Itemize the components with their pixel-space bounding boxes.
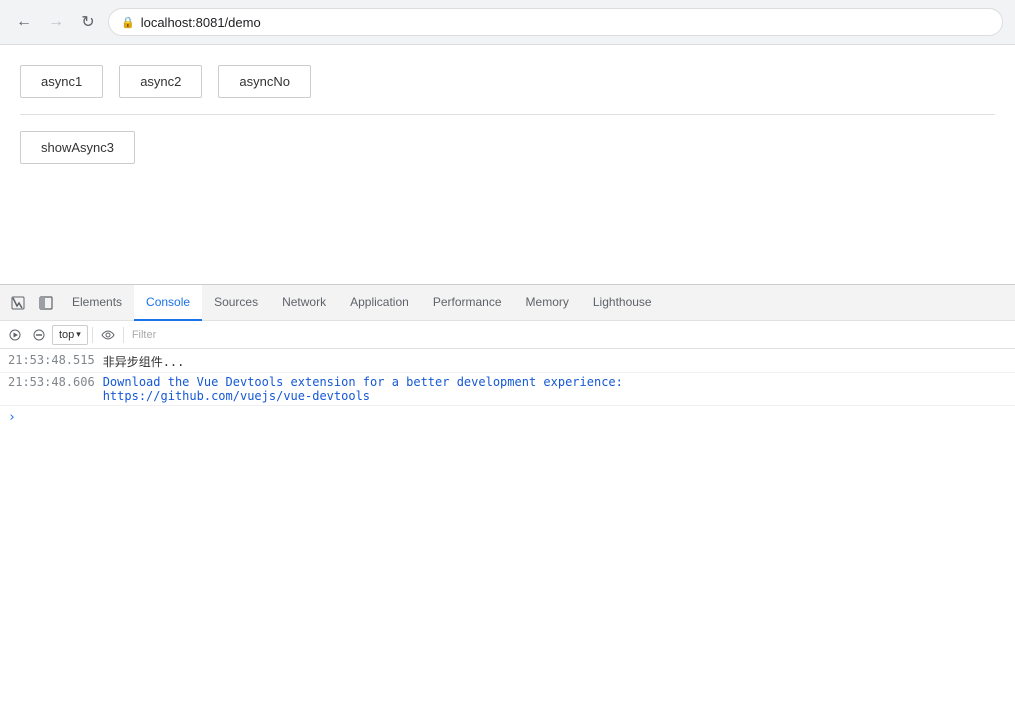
- lock-icon: 🔒: [121, 16, 135, 29]
- console-msg-1: 非异步组件...: [103, 353, 1007, 370]
- address-bar[interactable]: 🔒 localhost:8081/demo: [108, 8, 1003, 36]
- devtools-link[interactable]: https://github.com/vuejs/vue-devtools: [103, 389, 370, 403]
- timestamp-2: 21:53:48.606: [8, 375, 95, 389]
- async1-button[interactable]: async1: [20, 65, 103, 98]
- second-button-row: showAsync3: [20, 131, 995, 164]
- forward-button[interactable]: →: [44, 10, 68, 34]
- tab-memory[interactable]: Memory: [514, 285, 581, 321]
- prompt-arrow-icon: ›: [8, 410, 16, 425]
- tab-performance[interactable]: Performance: [421, 285, 514, 321]
- caret-down-icon: ▾: [76, 329, 81, 340]
- run-script-button[interactable]: [4, 324, 26, 346]
- tab-sources[interactable]: Sources: [202, 285, 270, 321]
- reload-button[interactable]: ↻: [76, 10, 100, 34]
- tab-network[interactable]: Network: [270, 285, 338, 321]
- async2-button[interactable]: async2: [119, 65, 202, 98]
- url-text: localhost:8081/demo: [141, 15, 261, 30]
- browser-chrome: ← → ↻ 🔒 localhost:8081/demo: [0, 0, 1015, 45]
- element-picker-button[interactable]: [4, 289, 32, 317]
- showasync3-button[interactable]: showAsync3: [20, 131, 135, 164]
- asyncno-button[interactable]: asyncNo: [218, 65, 311, 98]
- devtools-top-bar: Elements Console Sources Network Applica…: [0, 285, 1015, 321]
- tab-lighthouse[interactable]: Lighthouse: [581, 285, 664, 321]
- console-msg-2: Download the Vue Devtools extension for …: [103, 375, 1007, 403]
- tab-elements[interactable]: Elements: [60, 285, 134, 321]
- console-line: 21:53:48.515 非异步组件...: [0, 351, 1015, 373]
- context-selector[interactable]: top ▾: [52, 325, 88, 345]
- console-output: 21:53:48.515 非异步组件... 21:53:48.606 Downl…: [0, 349, 1015, 704]
- page-content: async1 async2 asyncNo showAsync3: [0, 45, 1015, 184]
- back-button[interactable]: ←: [12, 10, 36, 34]
- tab-console[interactable]: Console: [134, 285, 202, 321]
- console-prompt[interactable]: ›: [0, 406, 1015, 429]
- filter-input[interactable]: [128, 325, 1011, 345]
- page-divider: [20, 114, 995, 115]
- toolbar-divider: [92, 327, 93, 343]
- toolbar-divider-2: [123, 327, 124, 343]
- tab-application[interactable]: Application: [338, 285, 421, 321]
- first-button-row: async1 async2 asyncNo: [20, 65, 995, 98]
- clear-console-button[interactable]: [28, 324, 50, 346]
- devtools-panel: Elements Console Sources Network Applica…: [0, 284, 1015, 704]
- console-toolbar: top ▾: [0, 321, 1015, 349]
- timestamp-1: 21:53:48.515: [8, 353, 95, 367]
- console-line-2: 21:53:48.606 Download the Vue Devtools e…: [0, 373, 1015, 406]
- dock-button[interactable]: [32, 289, 60, 317]
- eye-button[interactable]: [97, 324, 119, 346]
- devtools-tabs: Elements Console Sources Network Applica…: [60, 285, 1011, 321]
